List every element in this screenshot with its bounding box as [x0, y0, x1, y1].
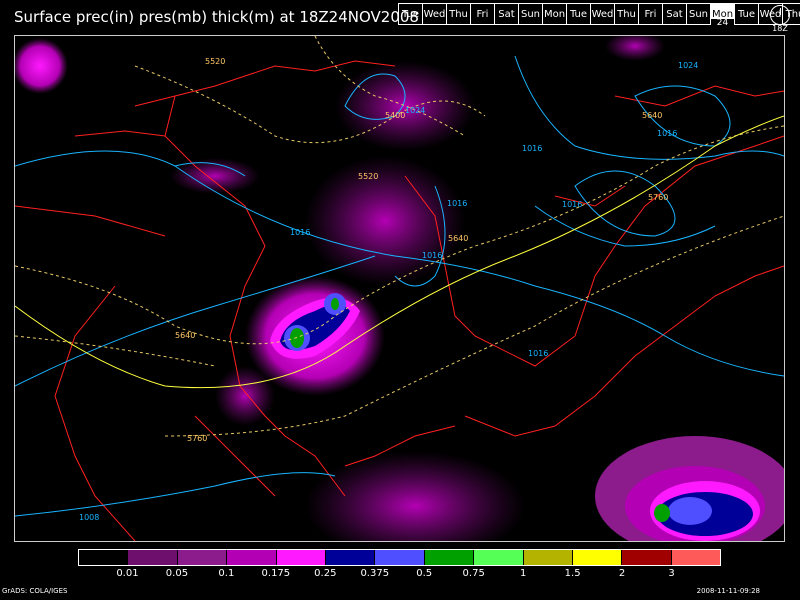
legend-label: 3: [668, 568, 675, 579]
legend-label: 0.175: [261, 568, 291, 579]
legend-swatch: [622, 550, 672, 565]
isobar-label: 1016: [422, 251, 442, 260]
day-label: Thu: [449, 8, 468, 20]
thickness-label: 5520: [358, 172, 378, 181]
day-sun[interactable]: Sun: [687, 4, 711, 24]
isobar-label: 1016: [528, 349, 548, 358]
legend-label: 0.01: [116, 568, 139, 579]
day-thu[interactable]: Thu: [615, 4, 639, 24]
thickness-label: 5520: [205, 57, 225, 66]
legend-label: 0.5: [416, 568, 433, 579]
credit-text: GrADS: COLA/IGES: [2, 587, 68, 595]
isobar-label: 1016: [562, 200, 582, 209]
day-thu[interactable]: Thu: [447, 4, 471, 24]
day-tue[interactable]: Tue: [567, 4, 591, 24]
thickness-label: 5640: [642, 111, 662, 120]
legend-swatch: [276, 550, 326, 565]
legend-label: 0.25: [314, 568, 337, 579]
day-label: Tue: [401, 8, 420, 20]
day-tue[interactable]: Tue: [399, 4, 423, 24]
day-label: Sun: [520, 8, 541, 20]
legend-swatch: [375, 550, 425, 565]
thickness-label: 5640: [448, 234, 468, 243]
legend-swatch: [227, 550, 277, 565]
legend-swatch: [424, 550, 475, 565]
clock-icon: [770, 5, 790, 25]
day-sat[interactable]: Sat: [495, 4, 519, 24]
day-label: Sat: [666, 8, 683, 20]
day-sun[interactable]: Sun: [519, 4, 543, 24]
isobar-label: 1016: [522, 144, 542, 153]
legend-label: 0.05: [165, 568, 189, 579]
isobar-label: 1016: [657, 129, 677, 138]
thickness-label: 5400: [385, 111, 405, 120]
legend-swatch: [325, 550, 376, 565]
map-title: Surface prec(in) pres(mb) thick(m) at 18…: [14, 8, 419, 26]
clock-label: 18Z: [772, 24, 788, 33]
day-label: Wed: [423, 8, 446, 20]
isobar-label: 1008: [79, 513, 99, 522]
forecast-day-selector[interactable]: Tue Wed Thu Fri Sat Sun Mon Tue Wed Thu Fri Sat Sun M…: [398, 3, 800, 28]
day-date: 24: [711, 19, 734, 28]
day-label: Tue: [569, 8, 588, 20]
legend-swatch: [128, 550, 178, 565]
day-fri[interactable]: Fri: [639, 4, 663, 24]
legend-swatch: [177, 550, 228, 565]
day-label: Fri: [476, 8, 489, 20]
day-label: Wed: [591, 8, 614, 20]
legend-label: 0.375: [360, 568, 390, 579]
legend-swatch: [671, 550, 721, 565]
day-sat[interactable]: Sat: [663, 4, 687, 24]
day-label: Sat: [498, 8, 515, 20]
day-label: Tue: [737, 8, 756, 20]
timestamp-text: 2008-11-11-09:28: [696, 587, 760, 595]
day-label: Thu: [617, 8, 636, 20]
precip-color-legend: [78, 549, 721, 566]
day-fri[interactable]: Fri: [471, 4, 495, 24]
isobar-label: 1024: [678, 61, 698, 70]
legend-label: 0.1: [218, 568, 235, 579]
day-label: Sun: [688, 8, 709, 20]
day-label: Mon: [543, 8, 566, 20]
legend-label: 1.5: [564, 568, 581, 579]
day-tue[interactable]: Tue: [735, 4, 759, 24]
legend-swatch: [79, 550, 129, 565]
legend-swatch: [474, 550, 524, 565]
day-wed[interactable]: Wed: [591, 4, 615, 24]
legend-label: 0.75: [462, 568, 485, 579]
day-mon[interactable]: Mon: [543, 4, 567, 24]
isobar-label: 1024: [405, 106, 425, 115]
thickness-label: 5760: [187, 434, 207, 443]
day-wed[interactable]: Wed: [423, 4, 447, 24]
legend-swatch: [523, 550, 573, 565]
legend-label: 1: [519, 568, 527, 579]
legend-labels: 0.01 0.05 0.1 0.175 0.25 0.375 0.5 0.75 1 1.5 2 3: [78, 568, 721, 580]
weather-map: 1016 1016 1016 1016 1016 1016 1016 1024 …: [14, 35, 785, 542]
legend-swatch: [572, 550, 623, 565]
day-label: Fri: [644, 8, 657, 20]
isobar-label: 1016: [447, 199, 467, 208]
thickness-label: 5640: [175, 331, 195, 340]
isobar-label: 1016: [290, 228, 310, 237]
legend-label: 2: [618, 568, 626, 579]
day-mon[interactable]: Mon 24: [711, 4, 735, 28]
thickness-label: 5760: [648, 193, 668, 202]
